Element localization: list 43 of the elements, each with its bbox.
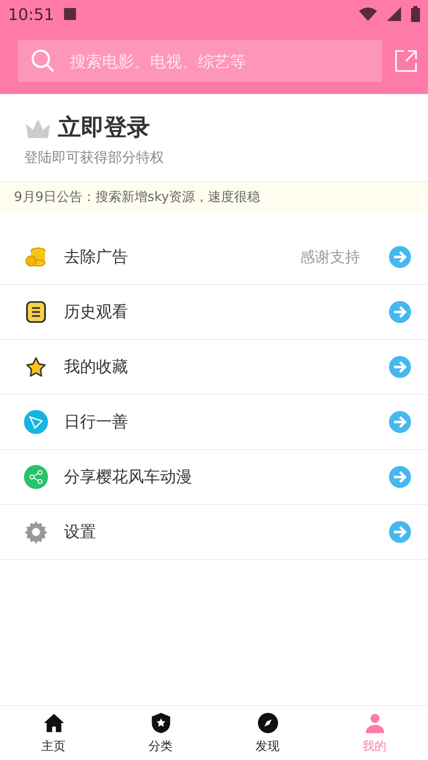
status-time: 10:51 (8, 4, 54, 24)
arrow-right-icon (388, 520, 412, 544)
menu-item[interactable]: 分享樱花风车动漫 (0, 450, 428, 505)
signal-icon (387, 7, 401, 21)
search-icon (30, 48, 56, 74)
notification-icon (64, 8, 76, 20)
compass-icon (256, 712, 278, 734)
list-icon (24, 300, 48, 324)
wifi-icon (359, 7, 377, 21)
menu-item[interactable]: 去除广告 感谢支持 (0, 230, 428, 285)
share-icon (24, 465, 48, 489)
menu-item[interactable]: 日行一善 (0, 395, 428, 450)
shield-star-icon (150, 712, 172, 734)
arrow-right-icon (388, 300, 412, 324)
menu-note: 感谢支持 (300, 248, 360, 266)
arrow-right-icon (388, 465, 412, 489)
menu-item[interactable]: 历史观看 (0, 285, 428, 340)
menu-label: 去除广告 (64, 246, 129, 268)
menu-item[interactable]: 设置 (0, 505, 428, 560)
announcement-bar: 9月9日公告：搜索新增sky资源，速度很稳 (0, 181, 428, 212)
menu-label: 设置 (64, 522, 97, 542)
login-title[interactable]: 立即登录 (58, 112, 150, 143)
arrow-right-icon (388, 245, 412, 269)
battery-icon (411, 6, 420, 22)
person-icon (364, 712, 386, 734)
menu-label: 我的收藏 (64, 356, 129, 378)
nav-tab[interactable]: 主页 (0, 706, 107, 760)
star-icon (24, 355, 48, 379)
coins-icon (24, 245, 48, 269)
home-icon (42, 712, 64, 734)
nav-tab[interactable]: 发现 (214, 706, 321, 760)
menu-label: 分享樱花风车动漫 (64, 466, 193, 488)
menu-label: 日行一善 (64, 412, 129, 432)
search-field[interactable]: 搜索电影、电视、综艺等 (18, 40, 382, 82)
login-subtitle: 登陆即可获得部分特权 (24, 149, 165, 167)
paper-plane-icon (24, 410, 48, 434)
nav-tab[interactable]: 分类 (107, 706, 214, 760)
settings-icon (24, 520, 48, 544)
external-link-icon[interactable] (394, 49, 418, 73)
arrow-right-icon (388, 355, 412, 379)
arrow-right-icon (388, 410, 412, 434)
menu-label: 历史观看 (64, 302, 129, 322)
menu-item[interactable]: 我的收藏 (0, 340, 428, 395)
